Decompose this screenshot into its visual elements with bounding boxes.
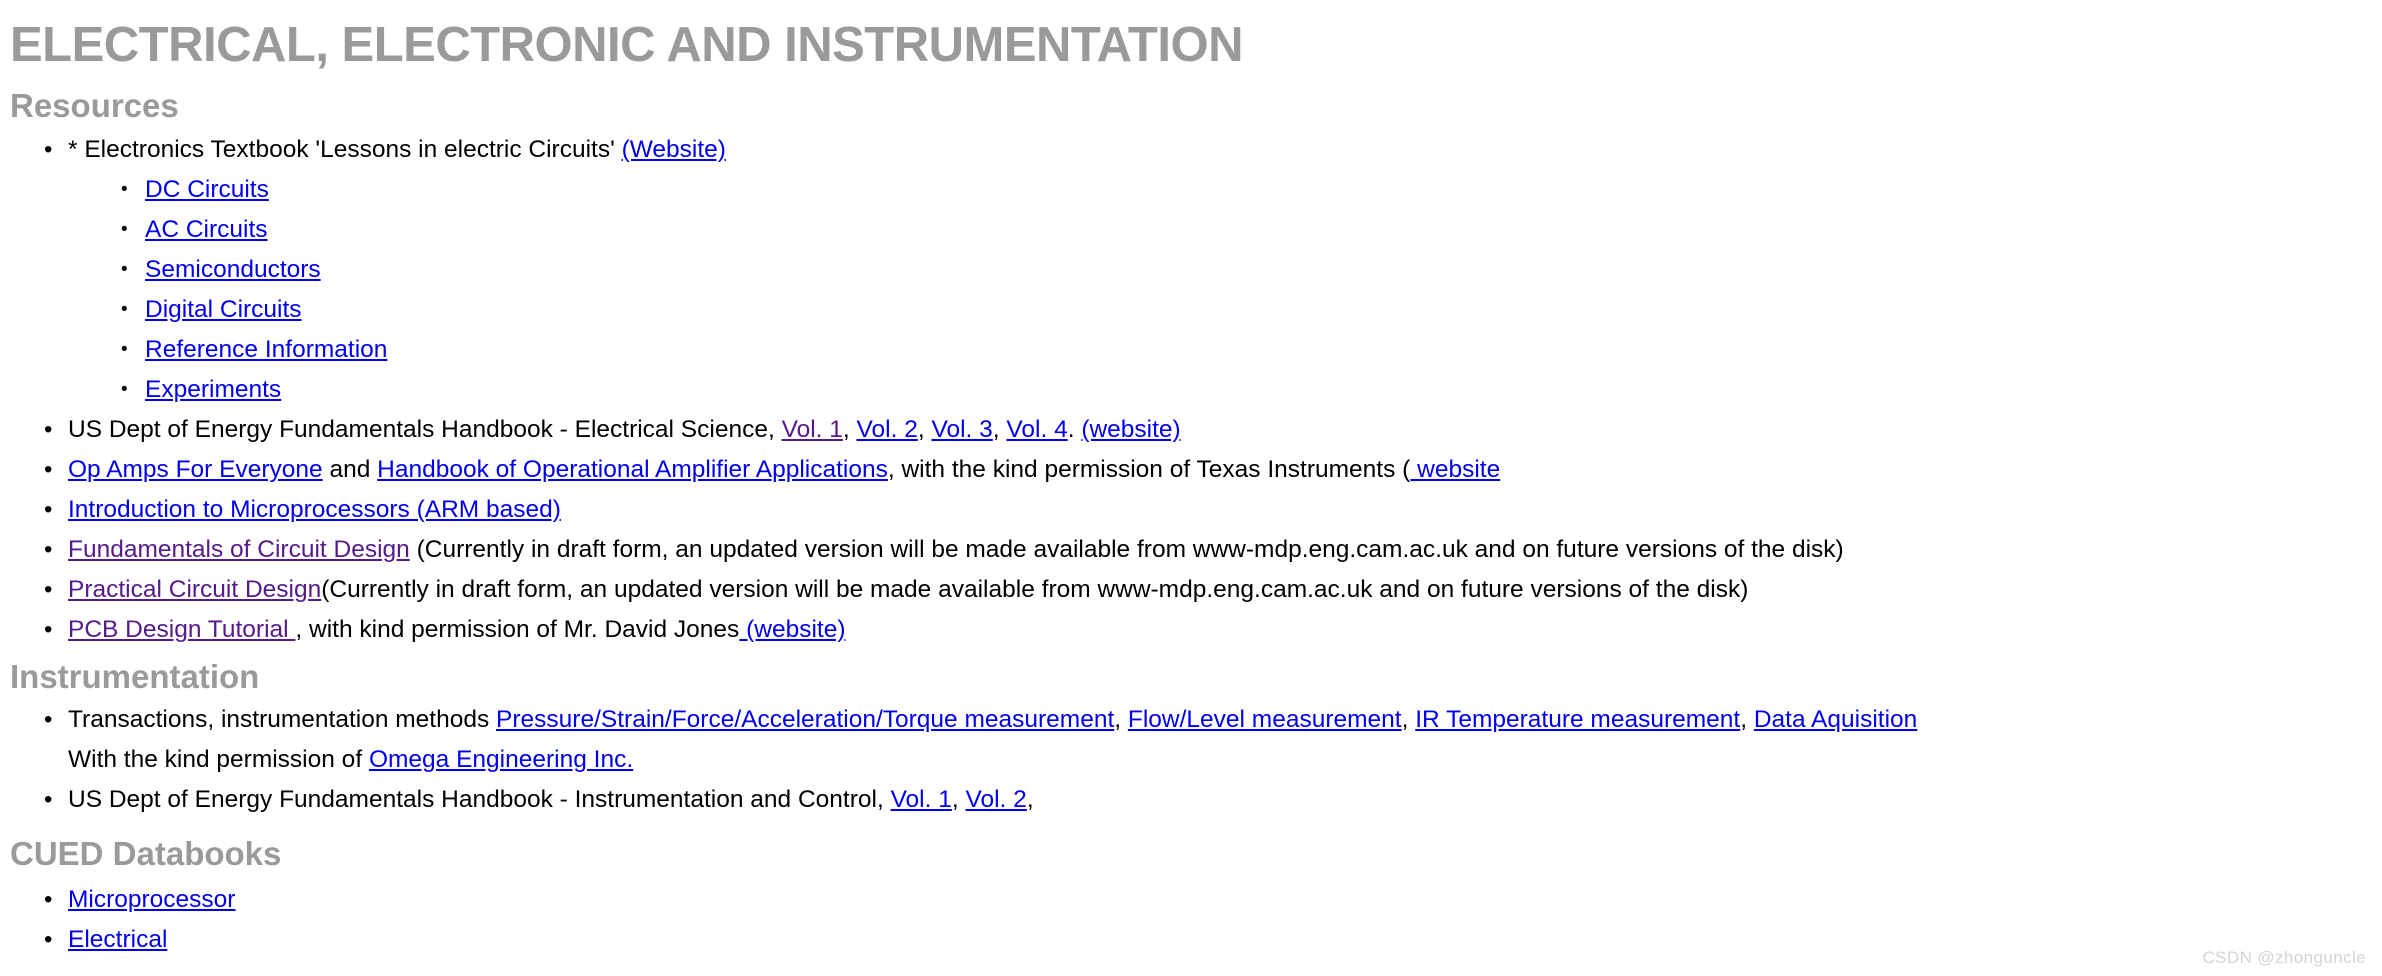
separator: . <box>1067 416 1082 443</box>
link-pressure-strain-force-acceleration-torque-measurement[interactable]: Pressure/Strain/Force/Acceleration/Torqu… <box>496 706 1114 733</box>
separator: , <box>951 786 966 813</box>
section-heading-resources: Resources <box>10 87 179 124</box>
practical-note: (Currently in draft form, an updated ver… <box>321 576 1749 603</box>
link-semiconductors[interactable]: Semiconductors <box>145 256 321 283</box>
list-item-digital-circuits: Digital Circuits <box>121 290 1844 330</box>
link-lessons-in-electric-circuits-website[interactable]: (Website) <box>622 136 726 163</box>
list-item-pcb-design-tutorial: PCB Design Tutorial , with kind permissi… <box>44 610 1844 650</box>
list-item-transactions-instrumentation-methods: Transactions, instrumentation methods Pr… <box>44 700 1917 780</box>
link-fundamentals-of-circuit-design[interactable]: Fundamentals of Circuit Design <box>68 536 410 563</box>
section-heading-instrumentation: Instrumentation <box>10 658 260 695</box>
separator: , <box>1114 706 1128 733</box>
link-microprocessor-databook[interactable]: Microprocessor <box>68 886 235 913</box>
link-david-jones-website[interactable]: (website) <box>739 616 845 643</box>
textbook-sublist: DC Circuits AC Circuits Semiconductors D… <box>68 170 1844 410</box>
pcb-permission-text: , with kind permission of Mr. David Jone… <box>295 616 740 643</box>
separator: , <box>917 416 932 443</box>
link-doe-electrical-vol-3[interactable]: Vol. 3 <box>931 416 992 443</box>
list-item-ac-circuits: AC Circuits <box>121 210 1844 250</box>
link-op-amps-for-everyone[interactable]: Op Amps For Everyone <box>68 456 323 483</box>
doe-electrical-label: US Dept of Energy Fundamentals Handbook … <box>68 416 782 443</box>
link-omega-engineering-inc[interactable]: Omega Engineering Inc. <box>369 746 633 773</box>
list-item-electrical: Electrical <box>44 920 235 960</box>
list-item-experiments: Experiments <box>121 370 1844 410</box>
link-introduction-to-microprocessors[interactable]: Introduction to Microprocessors (ARM bas… <box>68 496 561 523</box>
cued-databooks-list: Microprocessor Electrical <box>0 880 236 960</box>
separator: , <box>1401 706 1416 733</box>
list-item-fundamentals-of-circuit-design: Fundamentals of Circuit Design (Currentl… <box>44 530 1844 570</box>
textbook-label: * Electronics Textbook 'Lessons in elect… <box>68 136 622 163</box>
doe-instrumentation-label: US Dept of Energy Fundamentals Handbook … <box>68 786 891 813</box>
document-page: ELECTRICAL, ELECTRONIC AND INSTRUMENTATI… <box>0 0 2382 976</box>
resources-list: * Electronics Textbook 'Lessons in elect… <box>0 130 1844 650</box>
link-doe-electrical-website[interactable]: (website) <box>1081 416 1180 443</box>
link-data-aquisition[interactable]: Data Aquisition <box>1754 706 1917 733</box>
list-item-microprocessor: Microprocessor <box>44 880 236 920</box>
separator: , <box>842 416 857 443</box>
link-handbook-of-operational-amplifier-applications[interactable]: Handbook of Operational Amplifier Applic… <box>377 456 888 483</box>
section-heading-cued-databooks: CUED Databooks <box>10 835 282 872</box>
separator: , <box>992 416 1007 443</box>
link-reference-information[interactable]: Reference Information <box>145 336 387 363</box>
link-experiments[interactable]: Experiments <box>145 376 281 403</box>
list-item-doe-electrical-science: US Dept of Energy Fundamentals Handbook … <box>44 410 1844 450</box>
list-item-intro-microprocessors: Introduction to Microprocessors (ARM bas… <box>44 490 1844 530</box>
link-doe-instrumentation-vol-2[interactable]: Vol. 2 <box>966 786 1027 813</box>
link-flow-level-measurement[interactable]: Flow/Level measurement <box>1128 706 1402 733</box>
link-texas-instruments-website[interactable]: website <box>1410 456 1500 483</box>
csdn-watermark: CSDN @zhonguncle <box>2202 948 2366 967</box>
list-item-op-amps: Op Amps For Everyone and Handbook of Ope… <box>44 450 1844 490</box>
separator: , <box>1026 786 1034 813</box>
transactions-line-1: Transactions, instrumentation methods Pr… <box>68 700 1917 740</box>
list-item-dc-circuits: DC Circuits <box>121 170 1844 210</box>
link-ir-temperature-measurement[interactable]: IR Temperature measurement <box>1415 706 1740 733</box>
list-item-doe-instrumentation-control: US Dept of Energy Fundamentals Handbook … <box>44 780 1917 820</box>
link-dc-circuits[interactable]: DC Circuits <box>145 176 269 203</box>
page-title: ELECTRICAL, ELECTRONIC AND INSTRUMENTATI… <box>10 18 1243 72</box>
separator: , <box>1740 706 1754 733</box>
link-doe-electrical-vol-4[interactable]: Vol. 4 <box>1006 416 1067 443</box>
op-amps-permission-text: , with the kind permission of Texas Inst… <box>887 456 1411 483</box>
link-practical-circuit-design[interactable]: Practical Circuit Design <box>68 576 321 603</box>
link-doe-electrical-vol-1[interactable]: Vol. 1 <box>782 416 843 443</box>
list-item-reference-information: Reference Information <box>121 330 1844 370</box>
omega-permission-text: With the kind permission of <box>68 746 369 773</box>
fundamentals-note: (Currently in draft form, an updated ver… <box>409 536 1844 563</box>
list-item-electronics-textbook: * Electronics Textbook 'Lessons in elect… <box>44 130 1844 410</box>
instrumentation-list: Transactions, instrumentation methods Pr… <box>0 700 1917 820</box>
link-pcb-design-tutorial[interactable]: PCB Design Tutorial <box>68 616 295 643</box>
link-doe-electrical-vol-2[interactable]: Vol. 2 <box>857 416 918 443</box>
link-doe-instrumentation-vol-1[interactable]: Vol. 1 <box>891 786 952 813</box>
link-digital-circuits[interactable]: Digital Circuits <box>145 296 302 323</box>
link-electrical-databook[interactable]: Electrical <box>68 926 167 953</box>
transactions-line-2: With the kind permission of Omega Engine… <box>68 740 1917 780</box>
link-ac-circuits[interactable]: AC Circuits <box>145 216 268 243</box>
op-amps-conjunction: and <box>322 456 378 483</box>
list-item-practical-circuit-design: Practical Circuit Design(Currently in dr… <box>44 570 1844 610</box>
transactions-label: Transactions, instrumentation methods <box>68 706 497 733</box>
list-item-semiconductors: Semiconductors <box>121 250 1844 290</box>
